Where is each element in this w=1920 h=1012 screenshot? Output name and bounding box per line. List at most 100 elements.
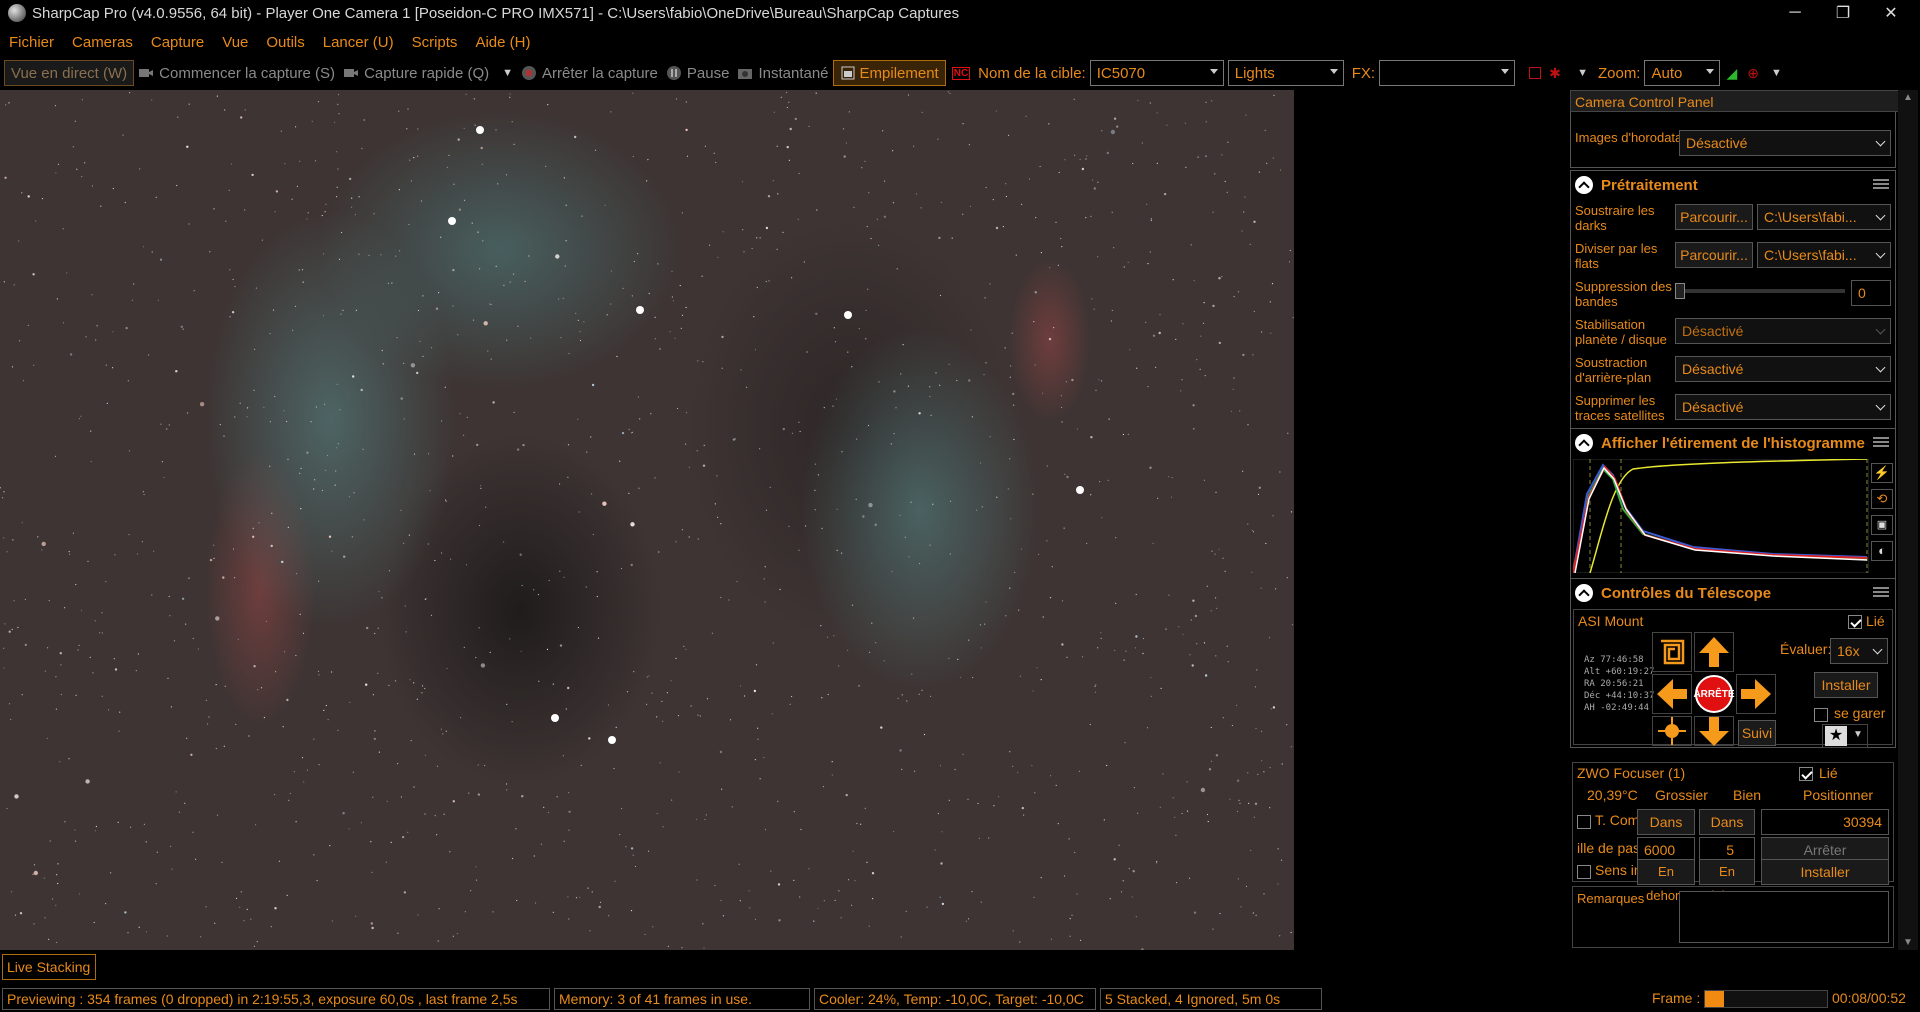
menu-fichier[interactable]: Fichier bbox=[0, 34, 63, 51]
frame-type-select[interactable]: Lights bbox=[1227, 60, 1344, 86]
focuser-linked-checkbox[interactable] bbox=[1799, 767, 1813, 781]
coord-alt: Alt +60:19:27 bbox=[1584, 667, 1655, 677]
auto-stretch-icon[interactable]: ⚡ bbox=[1871, 463, 1893, 483]
tracking-button[interactable]: Suivi bbox=[1738, 720, 1776, 746]
telescope-header[interactable]: Contrôles du Télescope bbox=[1571, 579, 1895, 607]
center-button[interactable] bbox=[1652, 716, 1692, 746]
minimize-button[interactable]: ─ bbox=[1772, 0, 1818, 26]
frame-time: 00:08/00:52 bbox=[1832, 990, 1906, 1006]
histogram-green-icon[interactable]: ◢ bbox=[1726, 65, 1737, 82]
arrow-up-icon bbox=[1699, 637, 1729, 667]
menu-capture[interactable]: Capture bbox=[142, 34, 213, 51]
flats-browse-button[interactable]: Parcourir... bbox=[1675, 242, 1753, 268]
fine-in-button[interactable]: Dans bbox=[1699, 809, 1755, 835]
darks-path-select[interactable]: C:\Users\fabi... bbox=[1757, 204, 1891, 230]
histogram-title: Afficher l'étirement de l'histogramme bbox=[1601, 434, 1865, 452]
collapse-icon[interactable] bbox=[1575, 434, 1593, 452]
menu-lancer[interactable]: Lancer (U) bbox=[314, 34, 403, 51]
mount-install-button[interactable]: Installer bbox=[1814, 672, 1878, 698]
fine-out-button[interactable]: En dehors bbox=[1699, 859, 1755, 903]
stop-circle-icon bbox=[522, 66, 537, 80]
south-button[interactable] bbox=[1694, 716, 1734, 746]
chevron-down-icon[interactable]: ▼ bbox=[502, 67, 513, 79]
timestamp-select[interactable]: Désactivé bbox=[1679, 130, 1891, 156]
collapse-icon[interactable] bbox=[1575, 176, 1593, 194]
reverse-checkbox[interactable] bbox=[1577, 865, 1591, 879]
menu-scripts[interactable]: Scripts bbox=[403, 34, 467, 51]
darks-path: C:\Users\fabi... bbox=[1764, 209, 1857, 225]
chevron-down-icon[interactable]: ▼ bbox=[1771, 67, 1782, 79]
quick-capture-label: Capture rapide (Q) bbox=[364, 64, 490, 82]
coarse-out-button[interactable]: En dehors bbox=[1637, 859, 1695, 903]
panel-scrollbar[interactable]: ▲ ▼ bbox=[1898, 90, 1918, 950]
star-select[interactable]: ★ ▼ bbox=[1822, 724, 1868, 748]
histogram-header[interactable]: Afficher l'étirement de l'histogramme bbox=[1571, 429, 1895, 457]
quick-capture-button[interactable]: Capture rapide (Q) ▼ bbox=[339, 60, 517, 86]
close-button[interactable]: ✕ bbox=[1868, 0, 1914, 26]
spiral-search-button[interactable] bbox=[1652, 632, 1692, 672]
flats-path-select[interactable]: C:\Users\fabi... bbox=[1757, 242, 1891, 268]
east-button[interactable] bbox=[1736, 674, 1776, 714]
chevron-down-icon[interactable]: ▼ bbox=[1577, 67, 1588, 79]
target-name-field[interactable]: IC5070 bbox=[1089, 60, 1224, 86]
stop-capture-button[interactable]: Arrêter la capture bbox=[517, 60, 662, 86]
north-button[interactable] bbox=[1694, 632, 1734, 672]
coord-dec: Déc +44:10:37 bbox=[1584, 691, 1655, 701]
menu-icon[interactable] bbox=[1873, 437, 1889, 447]
stabilization-select[interactable]: Désactivé bbox=[1675, 318, 1891, 344]
notes-textarea[interactable] bbox=[1679, 891, 1889, 943]
darks-label: Soustraire les darks bbox=[1575, 203, 1655, 233]
menu-icon[interactable] bbox=[1873, 587, 1889, 597]
preprocessing-header[interactable]: Prétraitement bbox=[1571, 171, 1895, 199]
banding-value[interactable]: 0 bbox=[1851, 280, 1891, 306]
save-icon[interactable]: ▣ bbox=[1871, 515, 1893, 535]
mount-linked-checkbox[interactable] bbox=[1848, 615, 1862, 629]
contrast-icon[interactable]: ◐ bbox=[1871, 541, 1893, 561]
menu-outils[interactable]: Outils bbox=[257, 34, 313, 51]
live-stacking-tab[interactable]: Live Stacking bbox=[2, 954, 96, 980]
pause-button[interactable]: Pause bbox=[662, 60, 734, 86]
histogram-chart[interactable] bbox=[1573, 459, 1869, 573]
banding-slider-handle[interactable] bbox=[1675, 283, 1685, 299]
frame-progress-bar bbox=[1704, 990, 1828, 1008]
maximize-button[interactable]: ❐ bbox=[1820, 0, 1866, 26]
west-button[interactable] bbox=[1652, 674, 1692, 714]
stop-mount-button[interactable]: ARRÊTE bbox=[1693, 674, 1735, 714]
frame-label: Frame : bbox=[1652, 990, 1701, 1006]
satellite-select[interactable]: Désactivé bbox=[1675, 394, 1891, 420]
image-viewport[interactable] bbox=[0, 90, 1294, 950]
menu-aide[interactable]: Aide (H) bbox=[466, 34, 539, 51]
coarse-label: Grossier bbox=[1655, 787, 1708, 803]
coarse-in-button[interactable]: Dans bbox=[1637, 809, 1695, 835]
snapshot-button[interactable]: Instantané bbox=[733, 60, 832, 86]
rate-select[interactable]: 16x bbox=[1830, 638, 1888, 664]
red-grid-icon[interactable]: ✱ bbox=[1549, 66, 1563, 80]
red-square-icon[interactable] bbox=[1529, 67, 1542, 79]
star-icon: ★ bbox=[1825, 726, 1847, 746]
background-select[interactable]: Désactivé bbox=[1675, 356, 1891, 382]
status-bar-tabs: Live Stacking bbox=[0, 952, 1920, 982]
zoom-value: Auto bbox=[1651, 64, 1683, 82]
reset-icon[interactable]: ⟲ bbox=[1871, 489, 1893, 509]
park-checkbox[interactable] bbox=[1814, 708, 1828, 722]
target-red-icon[interactable]: ⊕ bbox=[1747, 65, 1759, 82]
frame-progress-fill bbox=[1705, 991, 1724, 1007]
focuser-install-button[interactable]: Installer bbox=[1761, 859, 1889, 885]
tcomp-checkbox[interactable] bbox=[1577, 815, 1591, 829]
collapse-icon[interactable] bbox=[1575, 584, 1593, 602]
fx-select[interactable] bbox=[1379, 60, 1516, 86]
flats-path: C:\Users\fabi... bbox=[1764, 247, 1857, 263]
menu-vue[interactable]: Vue bbox=[213, 34, 257, 51]
position-field[interactable]: 30394 bbox=[1761, 809, 1889, 835]
start-capture-button[interactable]: Commencer la capture (S) bbox=[134, 60, 339, 86]
darks-browse-button[interactable]: Parcourir... bbox=[1675, 204, 1753, 230]
menu-icon[interactable] bbox=[1873, 179, 1889, 189]
title-bar: SharpCap Pro (v4.0.9556, 64 bit) - Playe… bbox=[0, 0, 1920, 26]
stacking-button[interactable]: Empilement bbox=[832, 60, 946, 86]
menu-cameras[interactable]: Cameras bbox=[63, 34, 142, 51]
live-view-button[interactable]: Vue en direct (W) bbox=[4, 60, 135, 86]
zoom-select[interactable]: Auto bbox=[1644, 60, 1721, 86]
banding-slider[interactable] bbox=[1675, 283, 1845, 299]
rate-value: 16x bbox=[1837, 643, 1860, 659]
mount-box: ASI Mount Lié Az 77:46:58 Alt +60:19:27 … bbox=[1573, 609, 1893, 748]
